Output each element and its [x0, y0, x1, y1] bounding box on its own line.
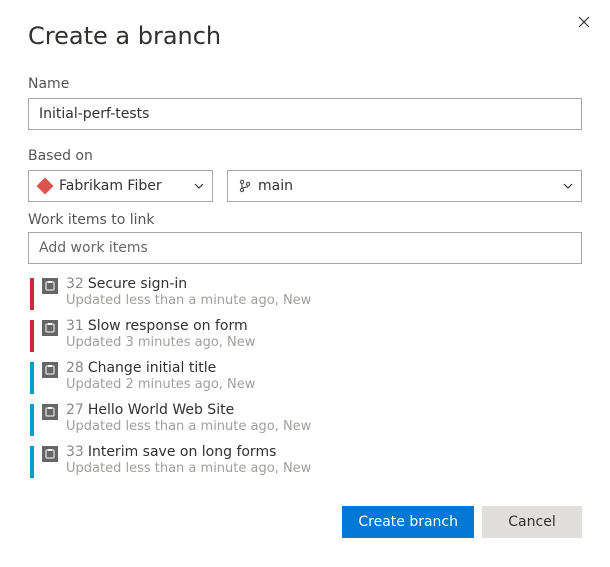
close-icon [578, 16, 590, 28]
repo-icon [37, 178, 54, 195]
work-item-meta: Updated 2 minutes ago, New [66, 377, 580, 392]
work-item-row[interactable]: 28Change initial titleUpdated 2 minutes … [28, 356, 582, 398]
work-item-title: Slow response on form [88, 318, 248, 334]
work-item-type-icon [42, 320, 58, 336]
work-item-title: Hello World Web Site [88, 402, 234, 418]
branch-name-input[interactable] [28, 98, 582, 130]
work-item-type-icon [42, 362, 58, 378]
work-item-row[interactable]: 31Slow response on formUpdated 3 minutes… [28, 314, 582, 356]
work-item-meta: Updated less than a minute ago, New [66, 419, 580, 434]
work-items-input[interactable] [28, 232, 582, 264]
create-branch-dialog: Create a branch Name Based on Fabrikam F… [0, 0, 610, 558]
work-items-list: 32Secure sign-inUpdated less than a minu… [28, 272, 582, 482]
work-item-title: Secure sign-in [88, 276, 187, 292]
work-item-type-icon [42, 278, 58, 294]
work-item-meta: Updated less than a minute ago, New [66, 461, 580, 476]
chevron-down-icon [563, 183, 573, 189]
work-item-type-icon [42, 446, 58, 462]
repo-dropdown[interactable]: Fabrikam Fiber [28, 170, 213, 202]
work-item-type-icon [42, 404, 58, 420]
branch-selected: main [258, 178, 293, 194]
branch-icon [238, 179, 252, 193]
work-item-row[interactable]: 27Hello World Web SiteUpdated less than … [28, 398, 582, 440]
name-label: Name [28, 76, 582, 92]
based-on-label: Based on [28, 148, 582, 164]
work-item-id: 31 [66, 318, 84, 334]
work-item-meta: Updated 3 minutes ago, New [66, 335, 580, 350]
work-item-row[interactable]: 33Interim save on long formsUpdated less… [28, 440, 582, 482]
work-item-id: 33 [66, 444, 84, 460]
work-item-title: Change initial title [88, 360, 216, 376]
work-item-color-bar [30, 320, 34, 352]
create-branch-button[interactable]: Create branch [342, 506, 474, 538]
work-item-id: 28 [66, 360, 84, 376]
work-item-id: 27 [66, 402, 84, 418]
work-items-label: Work items to link [28, 212, 582, 228]
branch-dropdown[interactable]: main [227, 170, 582, 202]
work-item-color-bar [30, 362, 34, 394]
chevron-down-icon [194, 183, 204, 189]
work-item-title: Interim save on long forms [88, 444, 277, 460]
cancel-button[interactable]: Cancel [482, 506, 582, 538]
repo-selected: Fabrikam Fiber [59, 178, 162, 194]
work-item-id: 32 [66, 276, 84, 292]
close-button[interactable] [572, 10, 596, 34]
dialog-title: Create a branch [28, 22, 582, 50]
work-item-color-bar [30, 404, 34, 436]
work-item-row[interactable]: 32Secure sign-inUpdated less than a minu… [28, 272, 582, 314]
work-item-meta: Updated less than a minute ago, New [66, 293, 580, 308]
work-item-color-bar [30, 278, 34, 310]
work-item-color-bar [30, 446, 34, 478]
dialog-footer: Create branch Cancel [28, 506, 582, 538]
